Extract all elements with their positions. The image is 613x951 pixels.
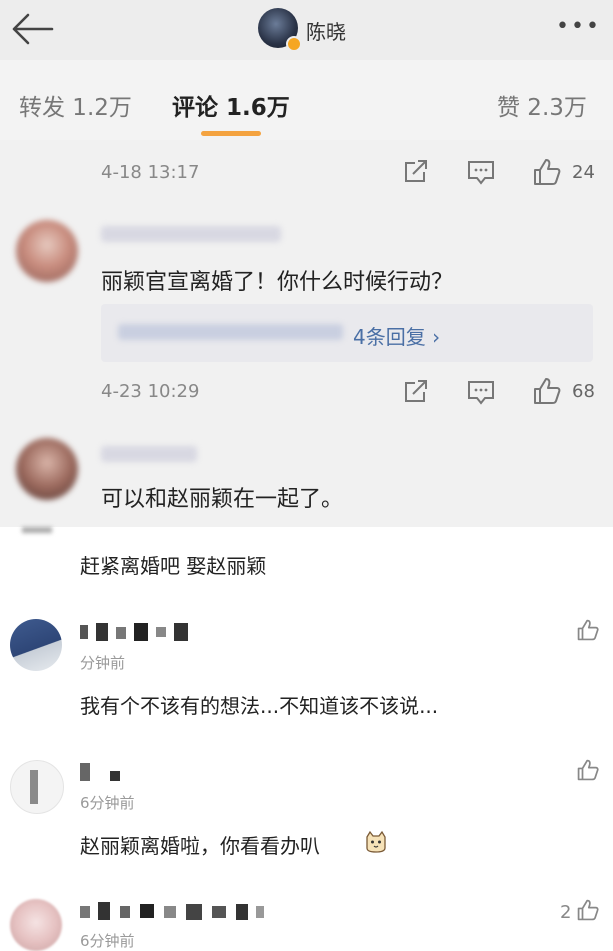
like-icon[interactable] [577,899,599,925]
comment-icon[interactable] [467,160,495,190]
cat-emoji-icon [364,830,388,854]
avatar[interactable] [16,438,78,500]
comment-text: 我有个不该有的想法...不知道该不该说... [80,694,439,718]
comment-time: 4-23 10:29 [101,381,200,402]
comment-time: 分钟前 [80,654,126,672]
comment-time: 6分钟前 [80,932,135,950]
blurred-username [101,446,197,462]
like-icon[interactable] [577,619,599,645]
cropped-avatar [22,527,52,533]
share-icon[interactable] [403,160,429,188]
blurred-reply [118,324,343,340]
avatar[interactable] [16,220,78,282]
comment-time: 6分钟前 [80,794,135,812]
share-icon[interactable] [403,380,429,408]
pixelated-username [80,623,202,641]
comment-text: 赵丽颖离婚啦，你看看办叭 [80,834,320,858]
tab-reposts[interactable]: 转发 1.2万 [19,88,132,122]
pixelated-username [80,902,266,920]
like-icon[interactable] [577,759,599,785]
like-icon[interactable] [533,377,561,409]
avatar[interactable] [10,619,62,671]
comment-text: 赶紧离婚吧 娶赵丽颖 [80,554,267,578]
comment-text: 可以和赵丽颖在一起了。 [101,487,344,512]
comment-text: 丽颖官宣离婚了！你什么时候行动？ [101,270,454,295]
tab-comments[interactable]: 评论 1.6万 [172,88,290,122]
like-count: 2 [560,902,572,923]
like-count: 68 [572,381,595,402]
blurred-username [101,226,281,242]
replies-link[interactable]: 4条回复 › [353,321,440,350]
tab-likes[interactable]: 赞 2.3万 [497,88,587,122]
more-options-icon[interactable]: ••• [556,14,601,39]
like-icon[interactable] [533,158,561,190]
pixelated-username [80,763,130,781]
verified-badge-icon [286,36,302,52]
user-name[interactable]: 陈晓 [306,16,346,45]
comment-list-panel [0,527,613,946]
like-count: 24 [572,162,595,183]
comment-time: 4-18 13:17 [101,162,200,183]
comment-icon[interactable] [467,380,495,410]
avatar[interactable] [10,899,62,951]
active-tab-indicator [201,131,261,136]
pixelated-avatar [30,770,38,804]
back-arrow-icon[interactable] [10,12,54,46]
